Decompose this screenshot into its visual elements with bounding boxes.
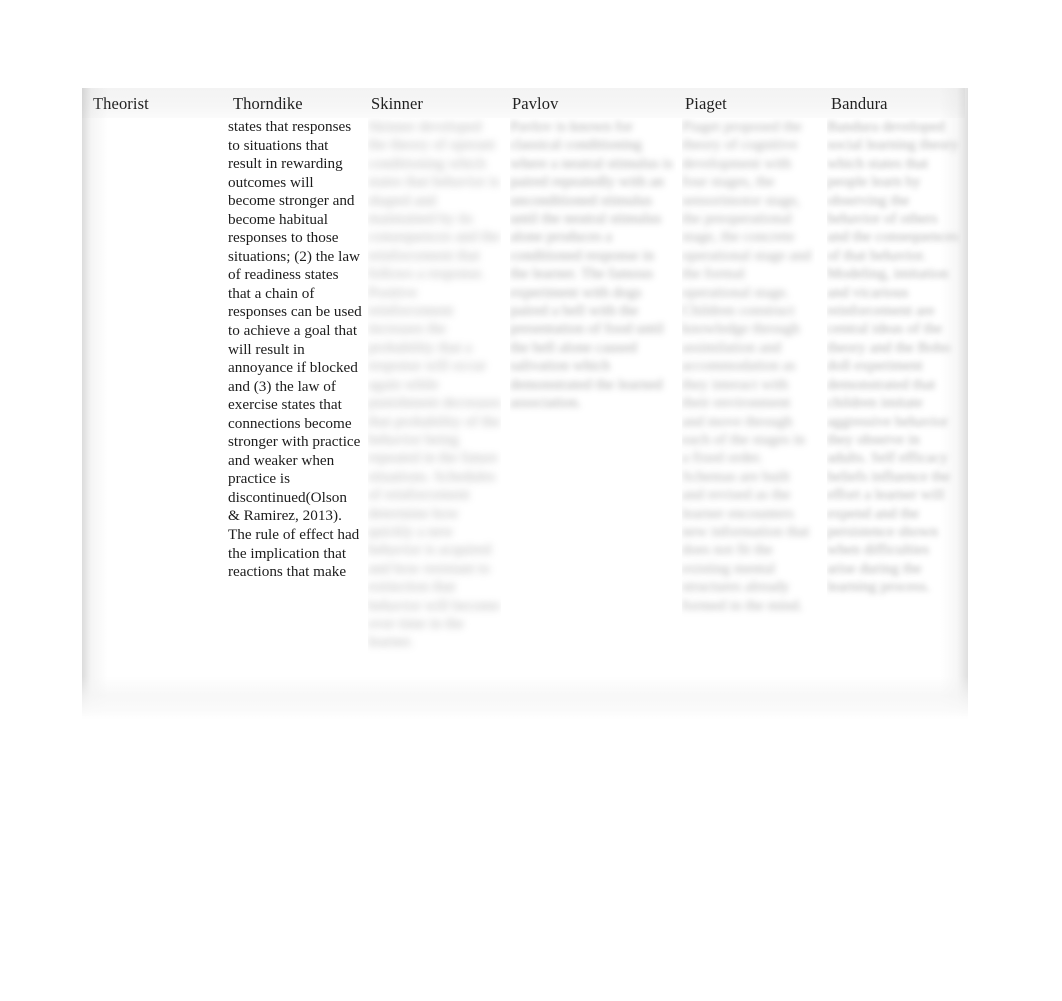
table-cell-piaget-text: Piaget proposed the theory of cognitive … — [682, 118, 812, 614]
table-cell-bandura-text: Bandura developed social learning theory… — [827, 118, 959, 596]
table-cell-pavlov-text: Pavlov is known for classical conditioni… — [510, 118, 673, 412]
column-header-theorist: Theorist — [93, 94, 149, 113]
column-header-piaget: Piaget — [685, 94, 727, 113]
table-cell-skinner: Skinner developed the theory of operant … — [368, 118, 501, 706]
table-cell-skinner-text: Skinner developed the theory of operant … — [368, 118, 501, 651]
column-header-pavlov: Pavlov — [512, 94, 559, 113]
table-cell-bandura: Bandura developed social learning theory… — [827, 118, 961, 706]
column-header-skinner: Skinner — [371, 94, 424, 113]
table-cell-pavlov: Pavlov is known for classical conditioni… — [510, 118, 676, 418]
table-cell-thorndike: states that responses to situations that… — [228, 118, 362, 582]
document-page: Theorist Thorndike Skinner Pavlov Piaget… — [82, 88, 965, 716]
table-cell-piaget: Piaget proposed the theory of cognitive … — [682, 118, 815, 706]
column-header-thorndike: Thorndike — [233, 94, 303, 113]
table-header-row: Theorist Thorndike Skinner Pavlov Piaget… — [82, 88, 965, 118]
column-header-bandura: Bandura — [831, 94, 888, 113]
table-cell-thorndike-text: states that responses to situations that… — [228, 118, 362, 581]
